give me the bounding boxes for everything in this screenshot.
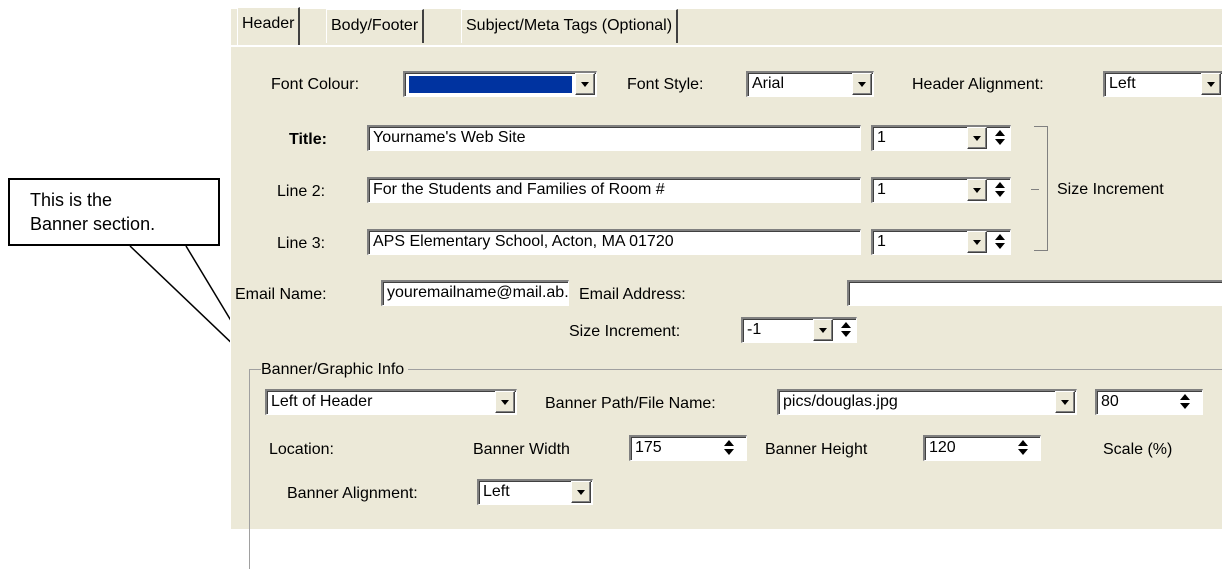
banner-height-label: Banner Height bbox=[765, 441, 868, 458]
chevron-down-icon[interactable] bbox=[575, 73, 595, 95]
email-name-label: Email Name: bbox=[235, 286, 327, 303]
spinner-icon[interactable] bbox=[993, 231, 1007, 253]
line2-size-value: 1 bbox=[877, 181, 886, 198]
banner-group-label: Banner/Graphic Info bbox=[261, 360, 409, 380]
email-size-value: -1 bbox=[747, 321, 762, 338]
banner-path-value: pics/douglas.jpg bbox=[783, 393, 898, 410]
banner-scale-value: 80 bbox=[1101, 393, 1119, 410]
spinner-icon[interactable] bbox=[993, 179, 1007, 201]
banner-path-label: Banner Path/File Name: bbox=[545, 395, 716, 412]
banner-alignment-value: Left bbox=[483, 483, 510, 500]
chevron-down-icon[interactable] bbox=[1055, 391, 1075, 413]
title-label: Title: bbox=[289, 131, 327, 148]
banner-alignment-label: Banner Alignment: bbox=[287, 485, 418, 502]
title-size-select[interactable]: 1 bbox=[871, 125, 1011, 151]
banner-width-value: 175 bbox=[635, 439, 662, 456]
line3-size-value: 1 bbox=[877, 233, 886, 250]
email-size-select[interactable]: -1 bbox=[741, 317, 857, 343]
title-size-value: 1 bbox=[877, 129, 886, 146]
line2-label: Line 2: bbox=[277, 183, 326, 200]
email-address-input[interactable] bbox=[847, 280, 1222, 306]
chevron-down-icon[interactable] bbox=[852, 73, 872, 95]
chevron-down-icon[interactable] bbox=[495, 391, 515, 413]
font-colour-swatch bbox=[409, 76, 572, 93]
line3-label: Line 3: bbox=[277, 235, 326, 252]
banner-path-select[interactable]: pics/douglas.jpg bbox=[777, 389, 1077, 415]
header-alignment-value: Left bbox=[1109, 75, 1136, 92]
banner-location-value: Left of Header bbox=[271, 393, 373, 410]
title-input[interactable]: Yourname's Web Site bbox=[367, 125, 861, 151]
spinner-icon[interactable] bbox=[993, 127, 1007, 149]
chevron-down-icon[interactable] bbox=[1201, 73, 1221, 95]
banner-width-input[interactable]: 175 bbox=[629, 435, 747, 461]
banner-width-label: Banner Width bbox=[473, 441, 570, 458]
banner-scale-label: Scale (%) bbox=[1103, 441, 1173, 458]
chevron-down-icon[interactable] bbox=[967, 179, 987, 201]
size-increment-label: Size Increment bbox=[1057, 181, 1164, 198]
tab-body-footer[interactable]: Body/Footer bbox=[326, 9, 425, 43]
email-address-label: Email Address: bbox=[579, 286, 686, 303]
bracket-tick bbox=[1031, 189, 1039, 190]
banner-height-value: 120 bbox=[929, 439, 956, 456]
header-alignment-label: Header Alignment: bbox=[912, 76, 1044, 93]
font-style-select[interactable]: Arial bbox=[746, 71, 874, 97]
banner-height-input[interactable]: 120 bbox=[923, 435, 1041, 461]
line2-size-select[interactable]: 1 bbox=[871, 177, 1011, 203]
font-colour-label: Font Colour: bbox=[271, 76, 360, 93]
spinner-icon[interactable] bbox=[839, 319, 853, 341]
header-alignment-select[interactable]: Left bbox=[1103, 71, 1222, 97]
line3-size-select[interactable]: 1 bbox=[871, 229, 1011, 255]
chevron-down-icon[interactable] bbox=[967, 231, 987, 253]
banner-location-select[interactable]: Left of Header bbox=[265, 389, 517, 415]
email-name-input[interactable]: youremailname@mail.ab.mec bbox=[381, 280, 569, 306]
email-size-label: Size Increment: bbox=[569, 323, 681, 340]
line3-input[interactable]: APS Elementary School, Acton, MA 01720 bbox=[367, 229, 861, 255]
spinner-icon[interactable] bbox=[1016, 437, 1030, 459]
font-style-value: Arial bbox=[752, 75, 785, 92]
chevron-down-icon[interactable] bbox=[571, 481, 591, 503]
font-colour-select[interactable] bbox=[403, 71, 597, 97]
tab-header[interactable]: Header bbox=[237, 7, 301, 45]
banner-scale-input[interactable]: 80 bbox=[1095, 389, 1203, 415]
tab-subject-meta[interactable]: Subject/Meta Tags (Optional) bbox=[461, 9, 679, 43]
chevron-down-icon[interactable] bbox=[967, 127, 987, 149]
line2-input[interactable]: For the Students and Families of Room # bbox=[367, 177, 861, 203]
font-style-label: Font Style: bbox=[627, 76, 704, 93]
banner-alignment-select[interactable]: Left bbox=[477, 479, 593, 505]
chevron-down-icon[interactable] bbox=[813, 319, 833, 341]
spinner-icon[interactable] bbox=[1178, 391, 1192, 413]
settings-panel: Header Body/Footer Subject/Meta Tags (Op… bbox=[230, 7, 1222, 569]
banner-location-label: Location: bbox=[269, 441, 334, 458]
spinner-icon[interactable] bbox=[722, 437, 736, 459]
tab-divider bbox=[231, 45, 1222, 47]
